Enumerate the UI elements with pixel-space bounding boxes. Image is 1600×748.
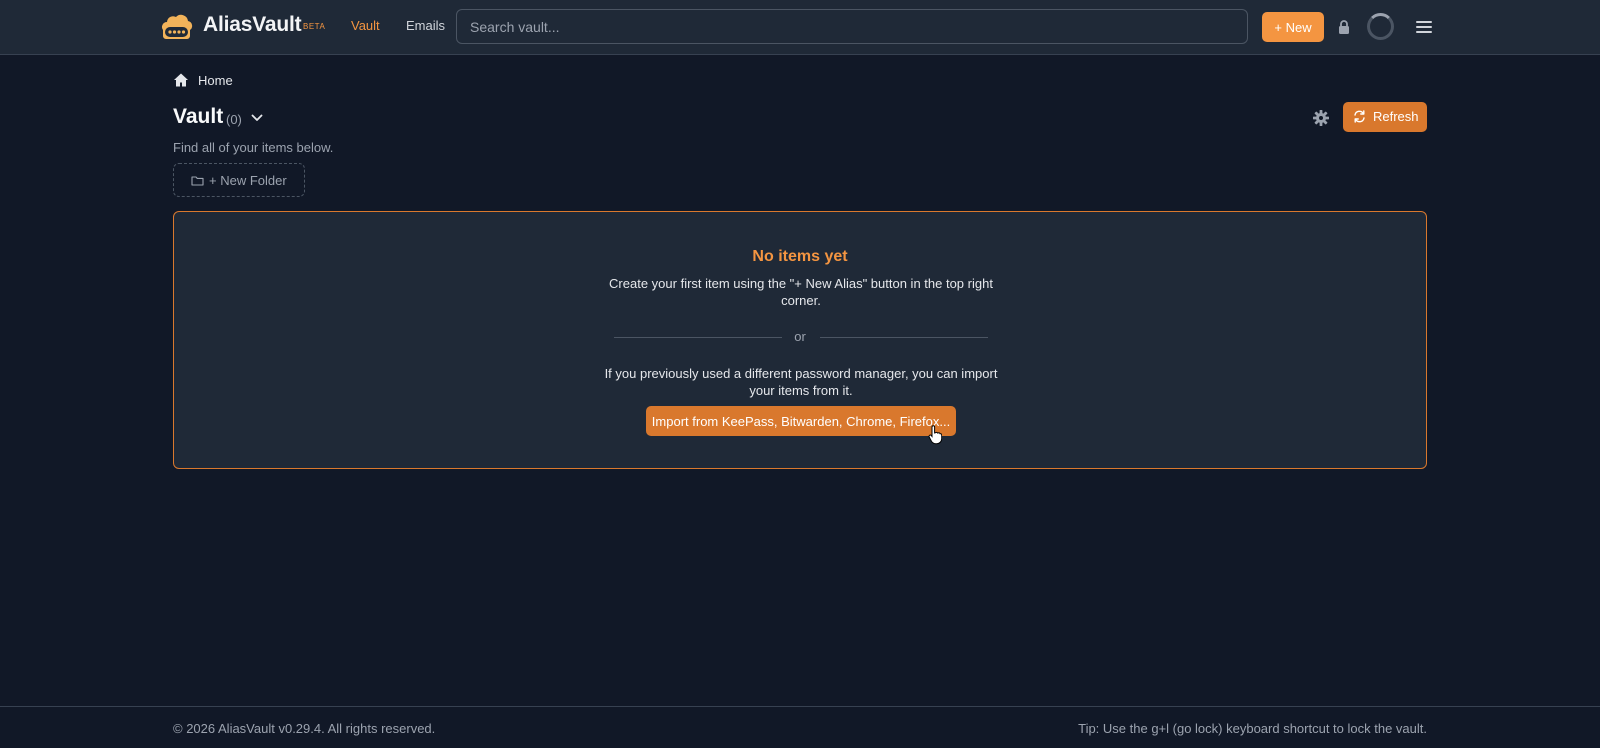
footer-copyright: © 2026 AliasVault v0.29.4. All rights re…: [173, 721, 436, 736]
home-icon[interactable]: [173, 72, 189, 88]
import-description: If you previously used a different passw…: [604, 366, 998, 398]
search-input[interactable]: [456, 9, 1248, 44]
new-item-button[interactable]: + New: [1262, 12, 1324, 42]
divider-or: or: [794, 329, 806, 344]
empty-state-description: Create your first item using the "+ New …: [609, 276, 993, 308]
page-subtitle: Find all of your items below.: [173, 140, 334, 155]
empty-state-card: No items yet Create your first item usin…: [173, 211, 1427, 469]
aliasvault-logo-icon[interactable]: [159, 12, 194, 42]
refresh-label: Refresh: [1373, 109, 1419, 124]
breadcrumb-home[interactable]: Home: [198, 73, 233, 88]
footer: © 2026 AliasVault v0.29.4. All rights re…: [0, 706, 1600, 748]
beta-badge: BETA: [303, 22, 326, 31]
nav-emails-link[interactable]: Emails: [406, 18, 445, 33]
nav-vault-link[interactable]: Vault: [351, 18, 380, 33]
folder-icon: [191, 176, 204, 186]
divider-line: [820, 337, 988, 338]
new-folder-button[interactable]: + New Folder: [173, 163, 305, 197]
menu-icon[interactable]: [1414, 17, 1434, 37]
page-title: Vault: [173, 105, 224, 128]
new-folder-label: + New Folder: [209, 173, 287, 188]
footer-tip: Tip: Use the g+l (go lock) keyboard shor…: [1078, 721, 1427, 736]
empty-state-title: No items yet: [752, 248, 848, 265]
lock-icon[interactable]: [1334, 17, 1354, 37]
refresh-icon: [1354, 110, 1365, 123]
hand-cursor-icon: [928, 425, 942, 445]
brand-name[interactable]: AliasVault: [203, 13, 302, 37]
item-count: (0): [226, 112, 242, 127]
top-navbar: AliasVault BETA Vault Emails + New: [0, 0, 1600, 55]
refresh-button[interactable]: Refresh: [1343, 102, 1427, 132]
loading-spinner: [1367, 13, 1394, 40]
gear-icon[interactable]: [1311, 108, 1331, 128]
import-button[interactable]: Import from KeePass, Bitwarden, Chrome, …: [646, 406, 956, 436]
chevron-down-icon[interactable]: [249, 110, 265, 126]
